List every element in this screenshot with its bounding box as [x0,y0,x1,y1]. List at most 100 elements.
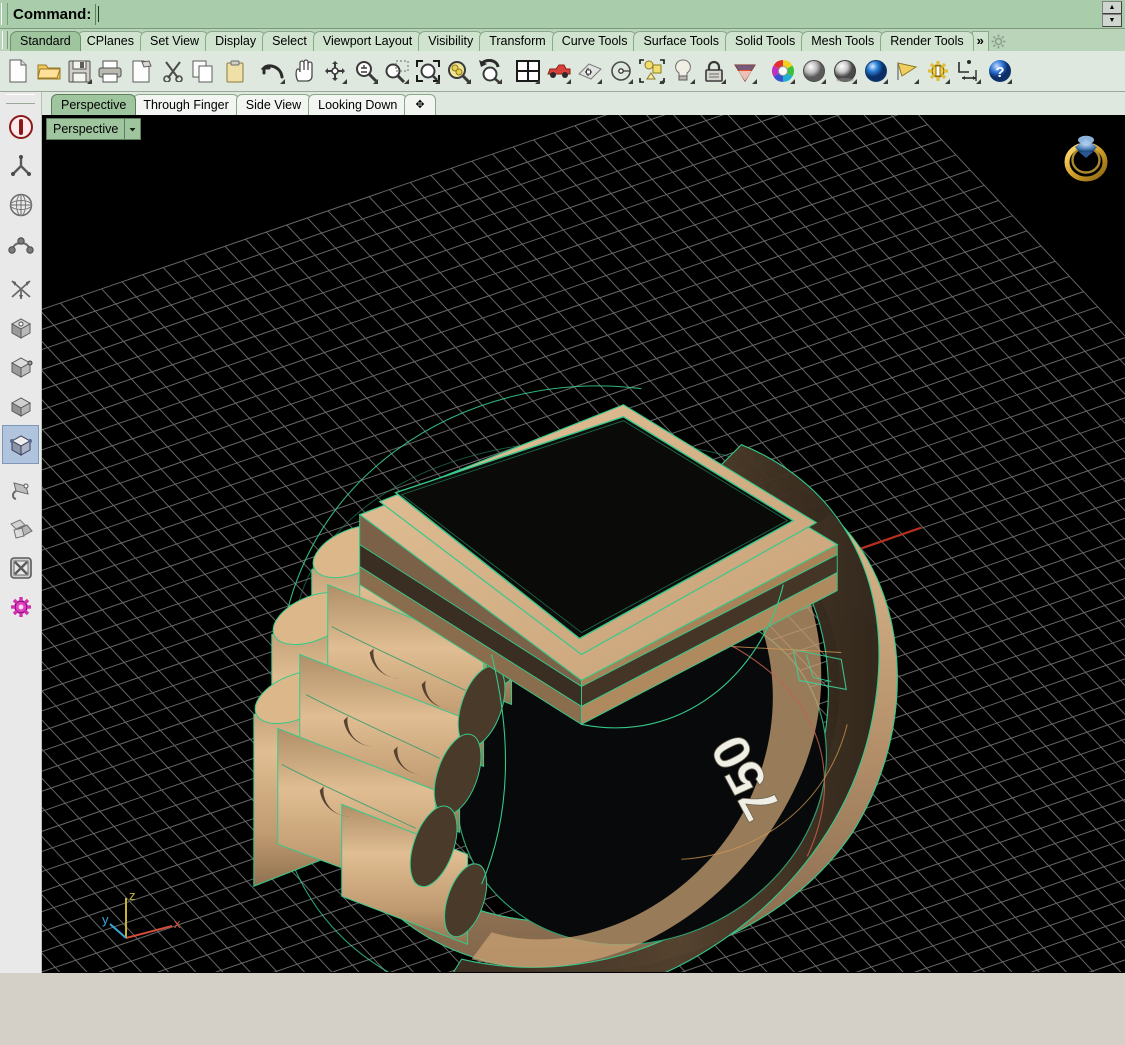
point-cloud-icon[interactable] [2,146,39,185]
flyout-arrow-icon[interactable] [466,79,471,84]
flyout-arrow-icon[interactable] [342,79,347,84]
select-objects-icon[interactable] [637,55,666,87]
spinner-down-icon[interactable]: ▼ [1102,14,1122,27]
new-file-icon[interactable] [3,55,32,87]
toolbar-tab-visibility[interactable]: Visibility [418,31,484,51]
zoom-previous-icon[interactable] [475,55,504,87]
lock-icon[interactable] [699,55,728,87]
flyout-arrow-icon[interactable] [821,79,826,84]
spinner-up-icon[interactable]: ▲ [1102,1,1122,14]
toolbar-tab-standard[interactable]: Standard [10,31,81,51]
flyout-arrow-icon[interactable] [87,79,92,84]
zoom-selected-icon[interactable] [444,55,473,87]
flyout-arrow-icon[interactable] [628,79,633,84]
cut-page-icon[interactable] [127,55,156,87]
gear-magenta-icon[interactable] [2,587,39,626]
toolbar-tab-cplanes[interactable]: CPlanes [76,31,144,51]
flyout-arrow-icon[interactable] [597,79,602,84]
viewport-layout-icon[interactable] [513,55,542,87]
toolbar-tab-mesh-tools[interactable]: Mesh Tools [801,31,885,51]
flyout-arrow-icon[interactable] [280,79,285,84]
paste-clipboard-icon[interactable] [220,55,249,87]
chevron-down-icon[interactable] [124,119,141,139]
toolbar-tab-viewport-layout[interactable]: Viewport Layout [312,31,423,51]
osnap-disable-icon[interactable] [2,107,39,146]
flyout-arrow-icon[interactable] [790,79,795,84]
toolbar-tab-transform[interactable]: Transform [479,31,556,51]
flyout-arrow-icon[interactable] [404,79,409,84]
box-solid3-icon[interactable] [2,386,39,425]
color-wheel-icon[interactable] [768,55,797,87]
toolbar-tab-set-view[interactable]: Set View [139,31,210,51]
help-icon[interactable]: ? [985,55,1014,87]
print-icon[interactable] [96,55,125,87]
gear-gold-icon[interactable] [923,55,952,87]
flyout-arrow-icon[interactable] [883,79,888,84]
command-history-spinner[interactable]: ▲ ▼ [1102,1,1122,27]
flyout-arrow-icon[interactable] [752,79,757,84]
flyout-arrow-icon[interactable] [945,79,950,84]
box-solid2-icon[interactable] [2,347,39,386]
add-viewport-tab-button[interactable]: ✥ [404,94,436,115]
circle-center-icon[interactable] [606,55,635,87]
boolean-diff-icon[interactable] [2,548,39,587]
open-folder-icon[interactable] [34,55,63,87]
copy-icon[interactable] [189,55,218,87]
flyout-arrow-icon[interactable] [1007,79,1012,84]
rendered-sphere-icon[interactable] [830,55,859,87]
zoom-in-out-icon[interactable] [351,55,380,87]
flyout-arrow-icon[interactable] [721,79,726,84]
flyout-arrow-icon[interactable] [566,79,571,84]
car-render-icon[interactable] [544,55,573,87]
command-input[interactable] [95,3,1100,25]
flyout-arrow-icon[interactable] [435,79,440,84]
toolbar-tab-curve-tools[interactable]: Curve Tools [551,31,638,51]
fillet-edge-icon[interactable] [2,470,39,509]
rotate-view-icon[interactable] [320,55,349,87]
flyout-arrow-icon[interactable] [373,79,378,84]
flyout-arrow-icon[interactable] [690,79,695,84]
viewport-tab-perspective[interactable]: Perspective [51,94,137,115]
viewport-tab-through-finger[interactable]: Through Finger [133,94,239,115]
blue-sphere-icon[interactable] [861,55,890,87]
flyout-arrow-icon[interactable] [852,79,857,84]
sphere-icon[interactable] [2,185,39,224]
boolean-union-icon[interactable] [2,509,39,548]
cplane-icon[interactable] [575,55,604,87]
viewport-title-dropdown[interactable]: Perspective [46,118,142,140]
perspective-viewport[interactable]: Perspective 750 x z y [42,115,1125,973]
layers-shield-icon[interactable] [730,55,759,87]
flyout-arrow-icon[interactable] [497,79,502,84]
flyout-arrow-icon[interactable] [914,79,919,84]
gear-icon[interactable] [989,32,1009,51]
viewport-tab-side-view[interactable]: Side View [235,94,312,115]
toolbar-tab-surface-tools[interactable]: Surface Tools [633,31,729,51]
scissors-icon[interactable] [158,55,187,87]
dimension-icon[interactable] [954,55,983,87]
pan-hand-icon[interactable] [289,55,318,87]
box-selected-icon[interactable] [2,425,39,464]
command-bar-grip[interactable] [1,3,8,25]
zoom-window-icon[interactable] [382,55,411,87]
save-icon[interactable] [65,55,94,87]
left-palette-grip[interactable] [6,94,35,104]
undo-arrow-icon[interactable] [258,55,287,87]
flyout-arrow-icon[interactable] [659,79,664,84]
zoom-extents-icon[interactable] [413,55,442,87]
light-bulb-icon[interactable] [668,55,697,87]
3d-scene[interactable]: 750 [42,115,1125,973]
flyout-arrow-icon[interactable] [535,79,540,84]
toolbar-tab-select[interactable]: Select [262,31,317,51]
shaded-sphere-icon[interactable] [799,55,828,87]
tabstrip-grip[interactable] [2,31,8,49]
flag-icon[interactable] [892,55,921,87]
node-join-icon[interactable] [2,224,39,263]
toolbar-tab-display[interactable]: Display [205,31,267,51]
box-solid-icon[interactable] [2,308,39,347]
flyout-arrow-icon[interactable] [976,79,981,84]
toolbar-tab-render-tools[interactable]: Render Tools [880,31,974,51]
explode-icon[interactable] [2,269,39,308]
toolbar-overflow-button[interactable]: » [971,31,989,51]
viewport-tab-looking-down[interactable]: Looking Down [308,94,408,115]
toolbar-tab-solid-tools[interactable]: Solid Tools [724,31,806,51]
